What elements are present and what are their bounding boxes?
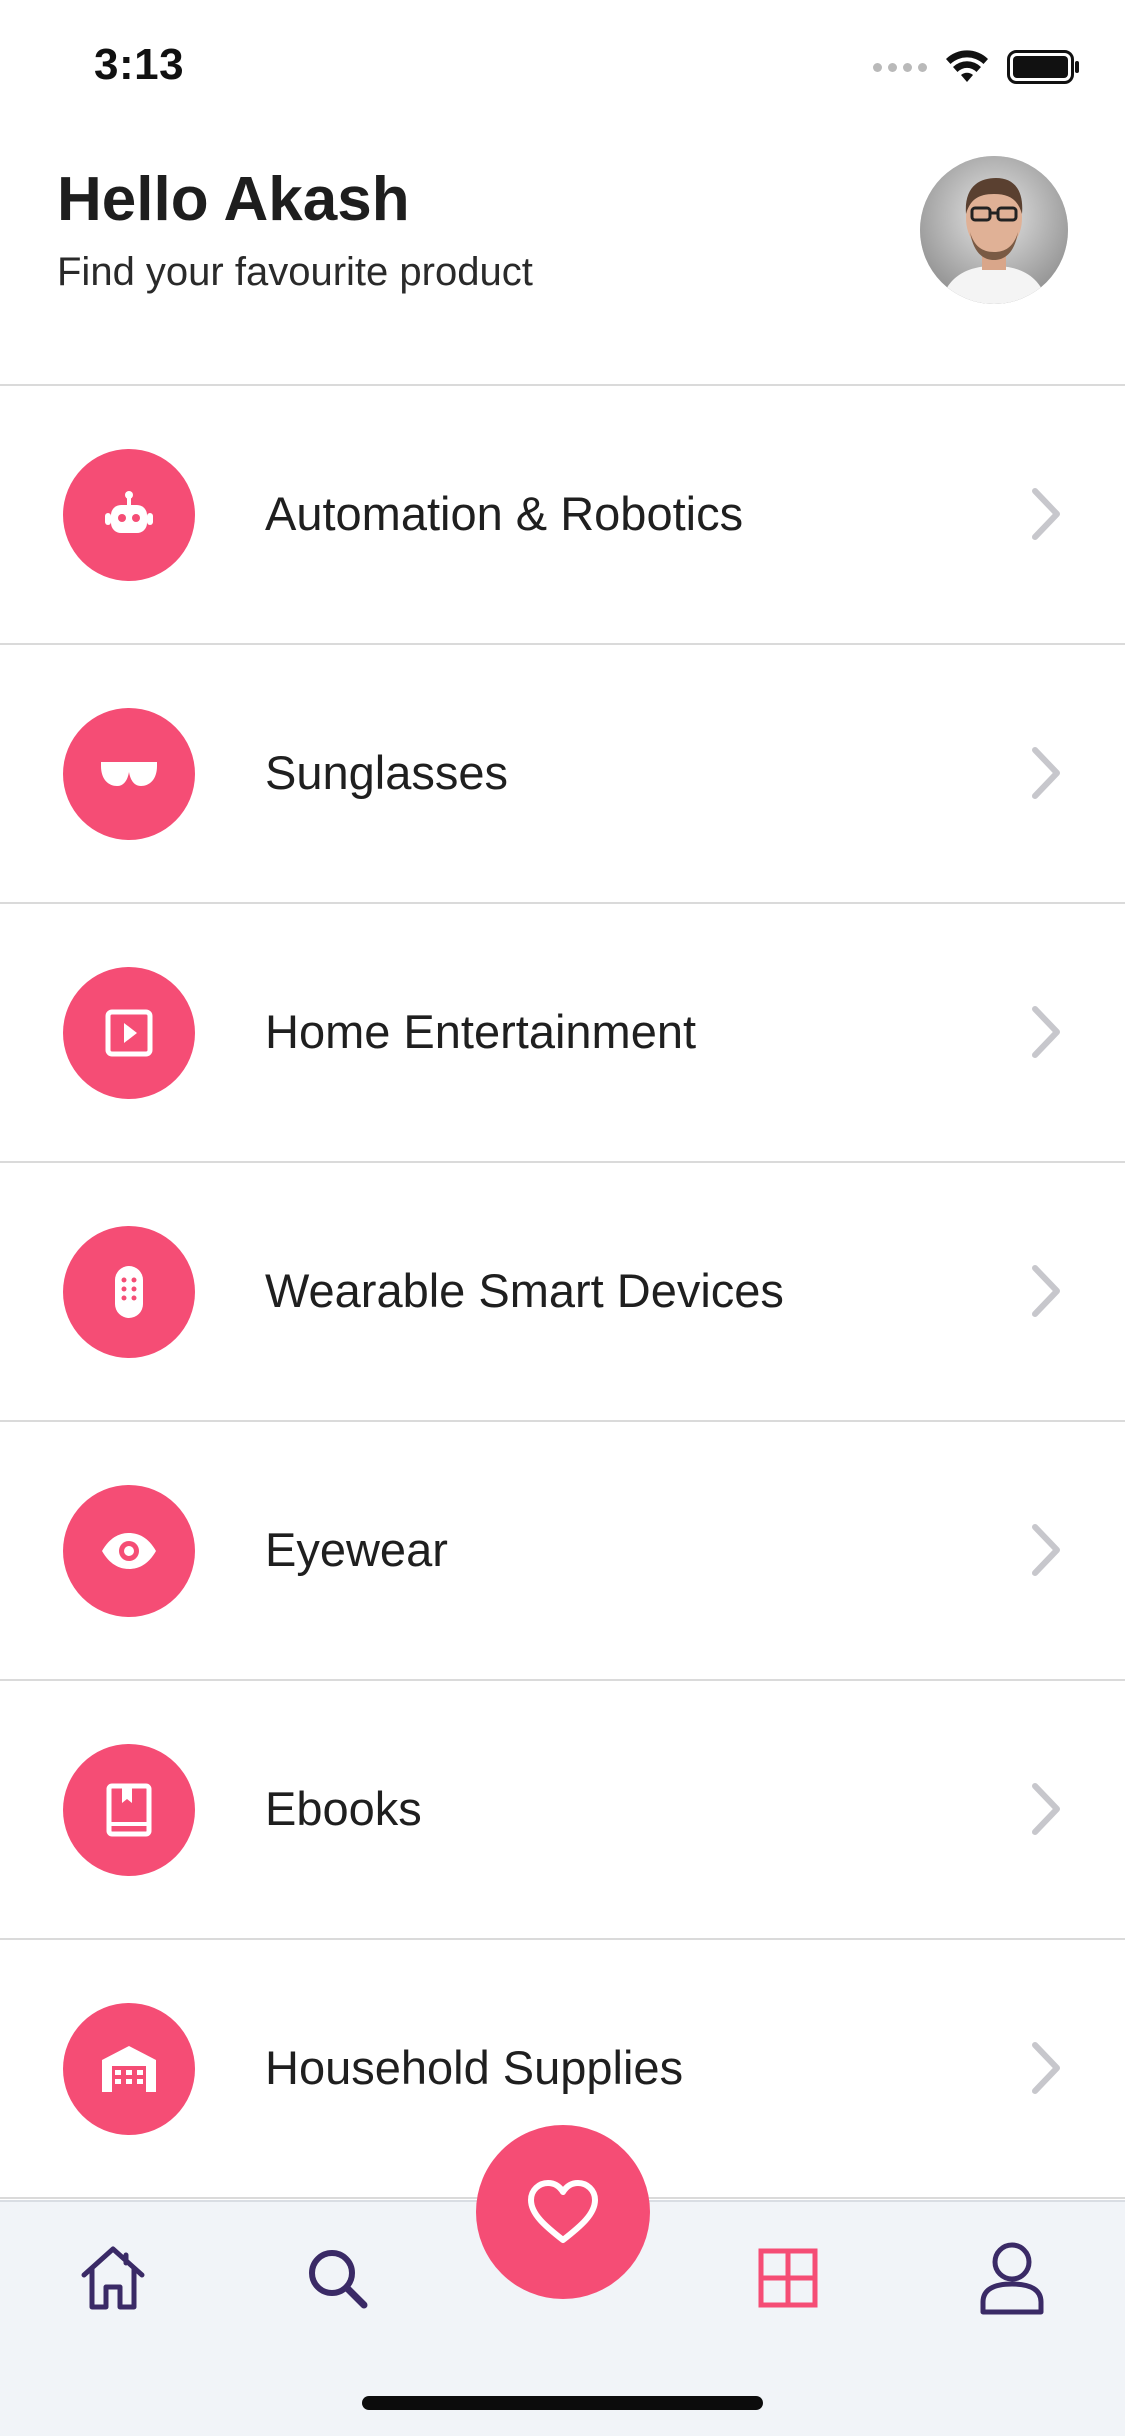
category-label: Wearable Smart Devices: [265, 1264, 784, 1317]
robot-icon: [105, 491, 153, 533]
avatar[interactable]: [920, 156, 1068, 304]
search-icon: [309, 2250, 368, 2309]
category-item-automation-robotics[interactable]: Automation & Robotics: [0, 386, 1125, 645]
play-icon: [105, 1009, 153, 1057]
greeting-title: Hello Akash: [57, 165, 410, 234]
category-label: Automation & Robotics: [265, 487, 744, 540]
category-icon-background: [63, 2003, 195, 2135]
category-list: Automation & Robotics Sunglasses Home En…: [0, 386, 1125, 2199]
nav-home[interactable]: [73, 2238, 153, 2318]
chevron-right-icon: [1032, 1265, 1060, 1317]
nav-profile[interactable]: [972, 2238, 1052, 2318]
wifi-icon: [946, 50, 988, 82]
home-indicator: [362, 2396, 763, 2410]
category-icon-background: [63, 1744, 195, 1876]
category-icon-background: [63, 708, 195, 840]
chevron-right-icon: [1032, 747, 1060, 799]
sunglasses-icon: [101, 762, 157, 786]
category-item-wearable-smart-devices[interactable]: Wearable Smart Devices: [0, 1163, 1125, 1422]
category-icon-background: [63, 967, 195, 1099]
category-label: Ebooks: [265, 1782, 422, 1835]
heart-icon: [528, 2180, 598, 2243]
chevron-right-icon: [1032, 1524, 1060, 1576]
chevron-right-icon: [1032, 488, 1060, 540]
battery-icon: [1007, 50, 1079, 84]
eye-icon: [102, 1533, 156, 1569]
chevron-right-icon: [1032, 2042, 1060, 2094]
app-screen: 3:13 Hello Akash Find your favourite pro…: [0, 0, 1125, 2436]
category-icon-background: [63, 1485, 195, 1617]
category-label: Eyewear: [265, 1523, 448, 1576]
greeting-subtitle: Find your favourite product: [57, 250, 533, 294]
category-label: Sunglasses: [265, 746, 508, 799]
nav-categories[interactable]: [748, 2238, 828, 2318]
grid-icon: [758, 2248, 818, 2308]
status-icons: [873, 50, 1081, 84]
home-icon: [81, 2246, 145, 2310]
nav-search[interactable]: [297, 2238, 377, 2318]
category-item-eyewear[interactable]: Eyewear: [0, 1422, 1125, 1681]
category-item-sunglasses[interactable]: Sunglasses: [0, 645, 1125, 904]
category-label: Household Supplies: [265, 2041, 684, 2094]
chevron-right-icon: [1032, 1006, 1060, 1058]
signal-icon: [873, 62, 927, 72]
category-item-home-entertainment[interactable]: Home Entertainment: [0, 904, 1125, 1163]
user-icon: [980, 2242, 1044, 2315]
book-icon: [106, 1783, 152, 1837]
status-bar: 3:13: [0, 0, 1125, 130]
favourites-fab-button[interactable]: [476, 2125, 650, 2299]
status-time: 3:13: [94, 40, 185, 89]
header: Hello Akash Find your favourite product: [0, 150, 1125, 386]
warehouse-icon: [102, 2046, 156, 2092]
remote-icon: [115, 1266, 143, 1318]
category-label: Home Entertainment: [265, 1005, 697, 1058]
category-item-ebooks[interactable]: Ebooks: [0, 1681, 1125, 1940]
category-icon-background: [63, 1226, 195, 1358]
category-icon-background: [63, 449, 195, 581]
chevron-right-icon: [1032, 1783, 1060, 1835]
